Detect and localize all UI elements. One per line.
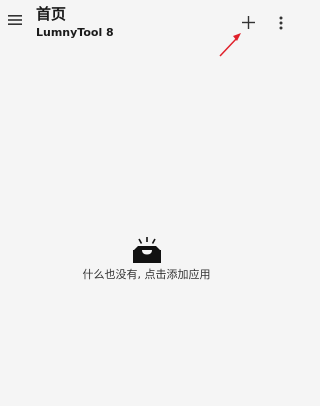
empty-message: 什么也没有, 点击添加应用 xyxy=(82,268,211,281)
more-vertical-icon xyxy=(279,16,283,30)
page-title: 首页 xyxy=(36,5,67,23)
empty-inbox-icon xyxy=(132,237,161,263)
annotation-arrow xyxy=(219,33,241,57)
app-bar: 首页 LumnyTool 8 xyxy=(0,0,293,46)
app-name: LumnyTool 8 xyxy=(36,26,114,39)
menu-button[interactable] xyxy=(4,9,26,31)
empty-state: 什么也没有, 点击添加应用 xyxy=(0,236,293,282)
title-block: 首页 LumnyTool 8 xyxy=(36,5,114,40)
plus-icon xyxy=(241,15,255,29)
hamburger-menu-icon xyxy=(8,15,22,25)
add-app-button[interactable] xyxy=(237,11,259,33)
more-options-button[interactable] xyxy=(272,12,290,34)
